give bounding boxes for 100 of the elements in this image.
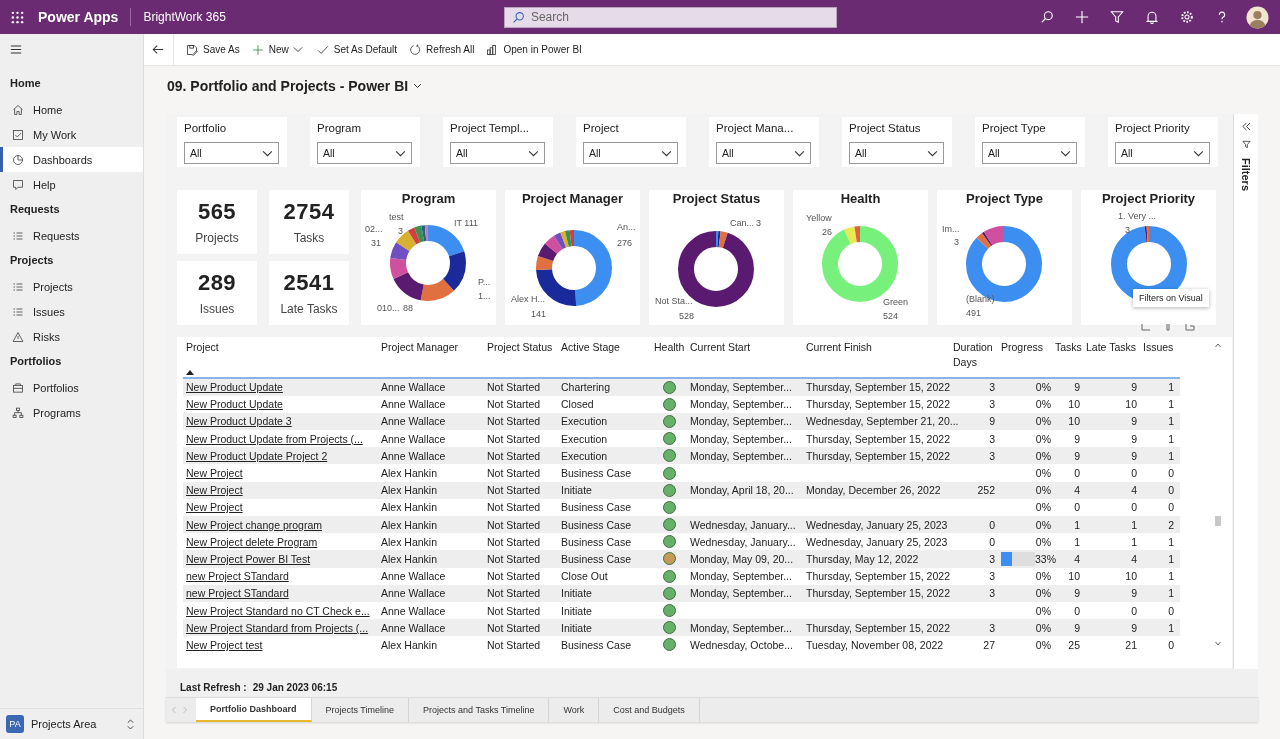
nav-item[interactable]: Dashboards [0,147,143,172]
command-button[interactable]: Set As Default [310,36,404,63]
table-cell: 0% [1035,484,1051,497]
page-title[interactable]: 09. Portfolio and Projects - Power BI [167,78,409,94]
column-header[interactable]: Issues [1143,340,1180,377]
filter-icon [1241,140,1251,149]
chevron-down-icon[interactable] [413,83,423,89]
column-header[interactable]: Project Manager [378,340,484,377]
search-icon [511,10,525,24]
plus-icon[interactable] [1075,10,1089,24]
project-link[interactable]: New Project [183,484,378,497]
table-cell-text: Anne Wallace [380,381,447,394]
column-header[interactable]: Duration Days [953,340,1001,377]
slicer-dropdown[interactable]: All [583,142,678,164]
tooltip: Filters on Visual [1133,289,1209,307]
table-cell: Thursday, September 15, 2022 [806,398,950,411]
app-name[interactable]: Power Apps [38,9,119,25]
column-header[interactable]: Project Status [484,340,558,377]
nav-item[interactable]: Help [0,172,143,197]
more-options-icon[interactable] [1185,323,1195,331]
table-cell: Monday, December 26, 2022 [806,484,941,497]
column-header[interactable]: Current Start [687,340,803,377]
kpi-value: 289 [197,270,237,296]
nav-item[interactable]: Risks [0,324,143,349]
slicer-dropdown[interactable]: All [716,142,811,164]
slicer-dropdown[interactable]: All [317,142,412,164]
nav-item[interactable]: Projects [0,274,143,299]
table-cell-text: Anne Wallace [380,621,447,634]
page-tab[interactable]: Cost and Budgets [599,698,700,722]
project-link[interactable]: New Project Standard no CT Check e... [183,604,378,617]
list-icon [12,229,24,242]
project-link[interactable]: New Project Standard from Projects (... [183,621,378,634]
column-header[interactable]: Current Finish [803,340,953,377]
nav-item[interactable]: Issues [0,299,143,324]
data-label: Alex H... [511,294,545,304]
menu-icon[interactable] [10,44,22,55]
command-button[interactable]: Open in Power BI [480,36,588,63]
column-header[interactable]: Health [651,340,687,377]
search-icon[interactable] [1040,10,1054,24]
command-button[interactable]: New [245,36,295,63]
command-button[interactable]: Refresh All [403,36,481,63]
back-arrow-icon[interactable] [152,44,164,55]
project-link[interactable]: New Project change program [183,518,378,531]
slicer-dropdown[interactable]: All [982,142,1077,164]
project-link[interactable]: New Project [183,501,378,514]
table-cell-text: 0 [1167,604,1175,617]
column-header[interactable]: Late Tasks [1086,340,1143,377]
slicer-dropdown[interactable]: All [184,142,279,164]
column-header[interactable]: Active Stage [558,340,651,377]
avatar-icon[interactable] [1246,5,1269,29]
project-link[interactable]: New Project test [183,638,378,651]
project-link[interactable]: New Project [183,467,378,480]
area-switcher[interactable]: PA Projects Area [0,708,143,739]
nav-item[interactable]: Portfolios [0,375,143,400]
column-header[interactable]: Tasks [1055,340,1086,377]
page-tab[interactable]: Projects and Tasks Timeline [409,698,550,722]
filters-pane[interactable]: Filters [1233,114,1258,669]
sort-ascending-icon[interactable] [186,370,194,375]
command-button[interactable]: Save As [180,36,246,63]
page-tab[interactable]: Portfolio Dashboard [196,698,312,722]
table-cell-text: 0 [1130,467,1138,480]
app-launcher-icon[interactable] [11,10,24,24]
project-link[interactable]: New Product Update 3 [183,415,378,428]
kpi-label: Issues [199,302,235,316]
project-link[interactable]: New Product Update from Projects (... [183,432,378,445]
nav-item[interactable]: My Work [0,122,143,147]
project-link[interactable]: New Project Power BI Test [183,552,378,565]
project-link[interactable]: New Product Update [183,381,378,394]
page-tab[interactable]: Projects Timeline [311,698,410,722]
column-header[interactable]: Progress [1001,340,1055,377]
table-cell-text: 9 [1073,449,1081,462]
data-label: An... [617,222,636,232]
slicer-dropdown[interactable]: All [450,142,545,164]
table-cell-text: 1 [1167,449,1175,462]
project-link[interactable]: New Project delete Program [183,535,378,548]
nav-item[interactable]: Programs [0,400,143,425]
project-link[interactable]: New Product Update [183,398,378,411]
nav-item[interactable]: Requests [0,223,143,248]
project-link[interactable]: New Product Update Project 2 [183,449,378,462]
settings-icon[interactable] [1180,10,1194,24]
page-tab[interactable]: Work [549,698,600,722]
table-cell-text: 1 [1130,535,1138,548]
caret-icon[interactable] [292,46,303,53]
search-field[interactable]: Search [503,6,837,28]
table-cell: Wednesday, September 21, 20... [806,415,959,428]
data-label: 3 [756,218,761,228]
project-link[interactable]: new Project STandard [183,587,378,600]
nav-item[interactable]: Home [0,97,143,122]
table-cell-text: Anne Wallace [380,449,447,462]
data-label: (Blank) [966,294,995,304]
table-cell-text: 9 [1130,432,1138,445]
bell-icon[interactable] [1145,10,1159,24]
project-link[interactable]: new Project STandard [183,570,378,583]
filter-icon[interactable] [1110,10,1124,24]
column-header[interactable]: Project [183,340,378,377]
slicer-dropdown[interactable]: All [1115,142,1210,164]
expand-icon[interactable] [1241,122,1251,131]
kpi-label: Projects [195,231,239,245]
table-cell-text: Execution [560,449,609,462]
slicer-dropdown[interactable]: All [849,142,944,164]
